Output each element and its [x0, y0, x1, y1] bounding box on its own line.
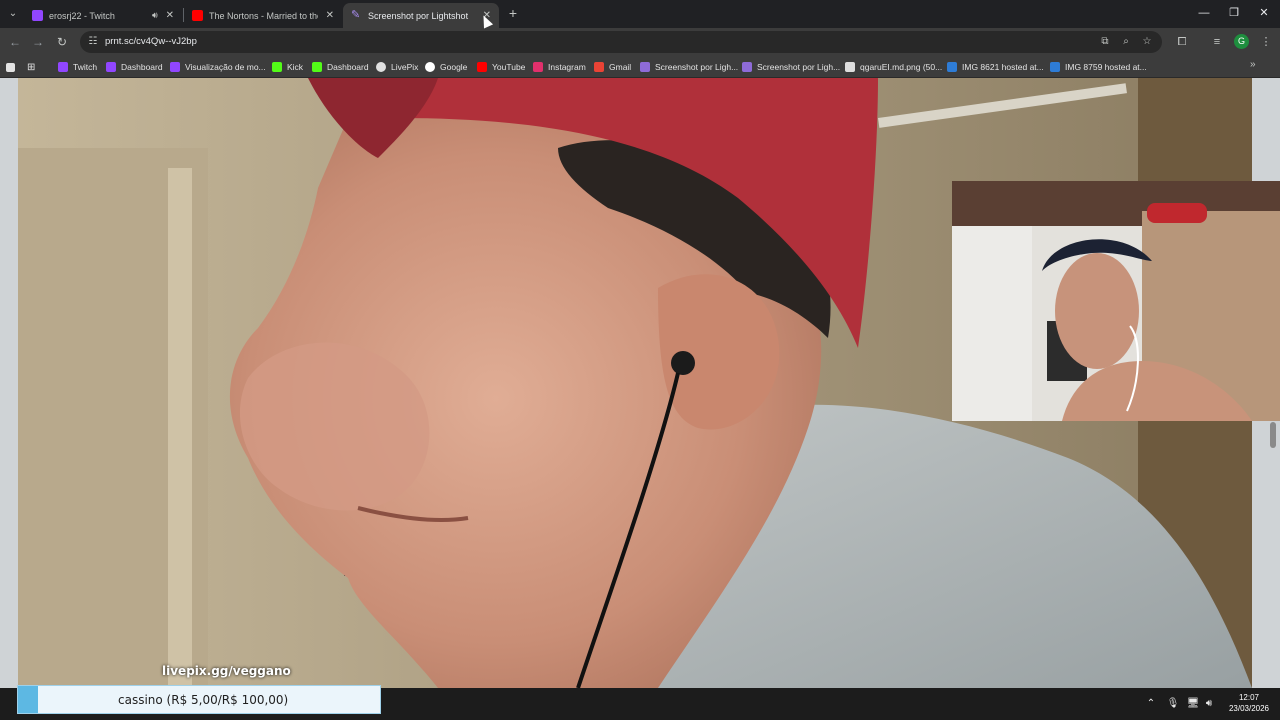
- lightshot-icon: [640, 62, 650, 72]
- livepix-overlay-text: livepix.gg/veggano: [162, 664, 291, 678]
- bookmarks-bar: ⊞ Twitch Dashboard Visualização de mo...…: [0, 56, 1280, 78]
- bookmark-twitch[interactable]: Twitch: [58, 60, 97, 74]
- bookmark-dashboard[interactable]: Dashboard: [106, 60, 163, 74]
- bookmark-qgarueI[interactable]: qgaruEI.md.png (50...: [845, 60, 942, 74]
- microphone-icon[interactable]: 🎙︎: [1166, 697, 1180, 711]
- bookmark-livepix[interactable]: LivePix: [376, 60, 418, 74]
- back-button[interactable]: ←: [6, 33, 24, 51]
- bookmark-instagram[interactable]: Instagram: [533, 60, 586, 74]
- clock-date: 23/03/2026: [1228, 704, 1270, 713]
- toolbar: ← → ↻ ☷ prnt.sc/cv4Qw--vJ2bp ⧉ ⌕ ☆ ⧠ ≡ ⋮: [0, 28, 1280, 56]
- tab-title: Screenshot por Lightshot: [368, 10, 469, 21]
- instagram-icon: [533, 62, 543, 72]
- media-controls-icon[interactable]: ≡: [1209, 34, 1225, 50]
- livepix-icon: [376, 62, 386, 72]
- clock-time: 12:07: [1238, 693, 1260, 702]
- gmail-icon: [594, 62, 604, 72]
- reload-button[interactable]: ↻: [53, 33, 71, 51]
- twitch-icon: [32, 10, 43, 21]
- youtube-icon: [477, 62, 487, 72]
- zoom-icon[interactable]: ⌕: [1119, 35, 1133, 49]
- close-icon[interactable]: ✕: [166, 10, 174, 21]
- youtube-icon: [192, 10, 203, 21]
- tab-search-button[interactable]: ⌄: [4, 5, 22, 23]
- twitch-icon: [106, 62, 116, 72]
- kick-icon: [312, 62, 322, 72]
- google-icon: [425, 62, 435, 72]
- new-tab-button[interactable]: +: [505, 5, 521, 21]
- taskbar-clock[interactable]: 12:07 23/03/2026: [1226, 692, 1272, 714]
- image-icon: [845, 62, 855, 72]
- address-bar[interactable]: ☷ prnt.sc/cv4Qw--vJ2bp ⧉ ⌕ ☆: [80, 31, 1162, 53]
- bookmark-visualizacao[interactable]: Visualização de mo...: [170, 60, 266, 74]
- bookmark-lightshot-2[interactable]: Screenshot por Ligh...: [742, 60, 840, 74]
- bookmark-gmail[interactable]: Gmail: [594, 60, 631, 74]
- tab-strip: ⌄ erosrj22 - Twitch 🔊︎ ✕ The Nortons - M…: [0, 0, 1280, 28]
- tab-lightshot[interactable]: ✎ Screenshot por Lightshot ✕: [343, 3, 499, 28]
- url-text[interactable]: prnt.sc/cv4Qw--vJ2bp: [105, 36, 197, 47]
- volume-icon[interactable]: 🔊︎: [1202, 697, 1216, 711]
- twitch-icon: [170, 62, 180, 72]
- forward-button[interactable]: →: [29, 33, 47, 51]
- bookmarks-overflow-icon[interactable]: »: [1250, 59, 1256, 70]
- install-app-icon[interactable]: ⧉: [1098, 35, 1112, 49]
- donation-goal-bar: cassino (R$ 5,00/R$ 100,00): [17, 685, 381, 714]
- extensions-icon[interactable]: ⧠: [1174, 34, 1190, 50]
- bookmark-lightshot-1[interactable]: Screenshot por Ligh...: [640, 60, 738, 74]
- tab-title: erosrj22 - Twitch: [49, 10, 115, 21]
- bookmark-kick[interactable]: Kick: [272, 60, 303, 74]
- apps-icon[interactable]: ⊞: [27, 60, 35, 74]
- lightshot-icon: ✎: [351, 9, 361, 21]
- tray-chevron-icon[interactable]: ⌃: [1144, 697, 1158, 711]
- imgbb-icon: [1050, 62, 1060, 72]
- bookmark-kick-dashboard[interactable]: Dashboard: [312, 60, 369, 74]
- bookmark-star-icon[interactable]: ☆: [1140, 35, 1154, 49]
- site-info-icon[interactable]: ☷: [86, 35, 100, 49]
- menu-icon[interactable]: ⋮: [1258, 34, 1274, 50]
- webcam-image: [952, 181, 1280, 421]
- bookmark-img-8621[interactable]: IMG 8621 hosted at...: [947, 60, 1044, 74]
- profile-avatar[interactable]: G: [1234, 34, 1249, 49]
- bookmark-google[interactable]: Google: [425, 60, 467, 74]
- webcam-overlay: [952, 181, 1280, 421]
- network-icon[interactable]: 🖥︎: [1186, 697, 1200, 711]
- tab-youtube[interactable]: The Nortons - Married to the Bl ✕: [184, 3, 342, 28]
- imgbb-icon: [947, 62, 957, 72]
- tab-twitch[interactable]: erosrj22 - Twitch 🔊︎ ✕: [24, 3, 182, 28]
- maximize-button[interactable]: ❐: [1222, 4, 1246, 22]
- minimize-button[interactable]: —: [1192, 4, 1216, 22]
- goal-accent: [18, 686, 38, 713]
- scroll-thumb[interactable]: [1270, 422, 1276, 448]
- goal-text: cassino (R$ 5,00/R$ 100,00): [118, 693, 289, 707]
- bookmark-img-8759[interactable]: IMG 8759 hosted at...: [1050, 60, 1147, 74]
- close-icon[interactable]: ✕: [326, 10, 334, 21]
- tab-title: The Nortons - Married to the Bl: [209, 10, 318, 21]
- kick-icon: [272, 62, 282, 72]
- lightshot-icon: [742, 62, 752, 72]
- bookmark-youtube[interactable]: YouTube: [477, 60, 525, 74]
- twitch-icon: [58, 62, 68, 72]
- reading-list-icon[interactable]: [6, 60, 20, 74]
- close-window-button[interactable]: ✕: [1252, 4, 1276, 22]
- browser-window: ⌄ erosrj22 - Twitch 🔊︎ ✕ The Nortons - M…: [0, 0, 1280, 720]
- speaker-icon[interactable]: 🔊︎: [152, 10, 158, 21]
